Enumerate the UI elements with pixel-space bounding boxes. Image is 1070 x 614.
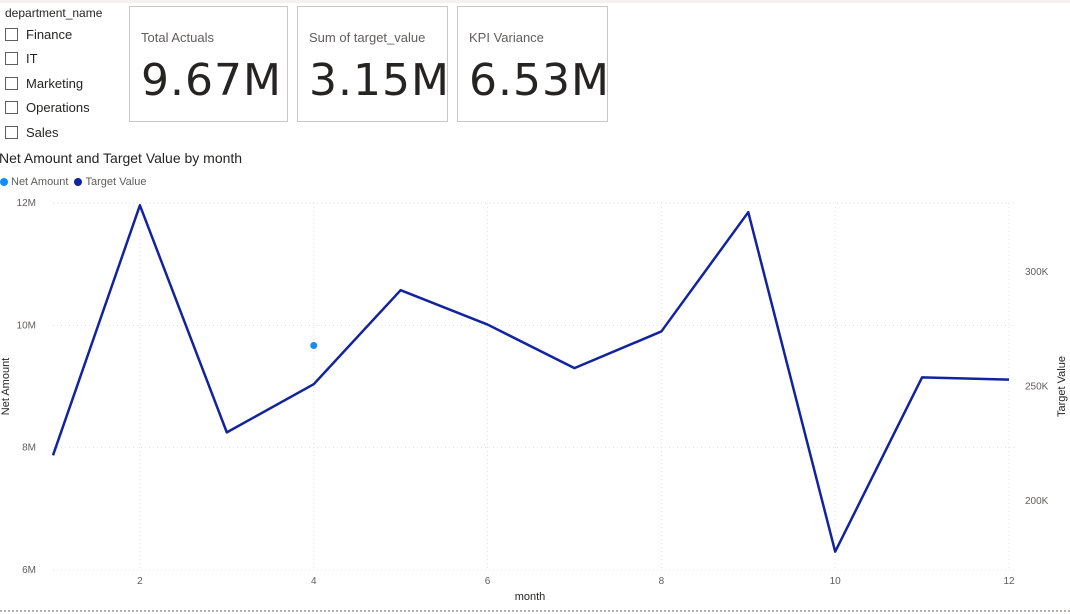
slicer-item-marketing[interactable]: Marketing bbox=[5, 71, 125, 96]
legend-marker bbox=[0, 178, 8, 186]
slicer-item-operations[interactable]: Operations bbox=[5, 96, 125, 121]
y-left-tick-label: 12M bbox=[17, 198, 36, 209]
y-right-axis-title: Target Value bbox=[1056, 356, 1068, 417]
legend-label: Target Value bbox=[85, 176, 147, 188]
slicer-item-label: Operations bbox=[26, 100, 90, 116]
slicer-item-label: Sales bbox=[26, 124, 59, 140]
series-line-target-value[interactable] bbox=[51, 204, 1010, 553]
department-slicer: department_name Finance IT Marketing Ope… bbox=[5, 6, 125, 145]
legend-item-target-value[interactable]: Target Value bbox=[74, 176, 146, 188]
slicer-title: department_name bbox=[5, 6, 103, 20]
card-total-actuals[interactable]: Total Actuals 9.67M bbox=[129, 6, 288, 122]
x-tick-label: 6 bbox=[485, 576, 491, 587]
checkbox[interactable] bbox=[5, 101, 18, 115]
legend-label: Net Amount bbox=[11, 176, 69, 188]
x-tick-label: 2 bbox=[137, 576, 143, 587]
y-right-tick-label: 200K bbox=[1025, 496, 1049, 507]
line-chart[interactable]: 6M 8M 10M 12M 2 4 6 8 10 12 200K 250K 300K month Net A… bbox=[0, 190, 1070, 608]
card-sum-target-value[interactable]: Sum of target_value 3.15M bbox=[297, 6, 450, 122]
x-axis-title: month bbox=[515, 591, 546, 603]
card-label: KPI Variance bbox=[469, 30, 544, 45]
card-value: 3.15M bbox=[309, 55, 450, 106]
slicer-item-it[interactable]: IT bbox=[5, 47, 125, 72]
slicer-item-label: IT bbox=[26, 51, 38, 67]
card-kpi-variance[interactable]: KPI Variance 6.53M bbox=[457, 6, 610, 122]
y-left-tick-label: 10M bbox=[17, 320, 36, 331]
y-left-tick-label: 6M bbox=[22, 565, 36, 576]
slicer-item-finance[interactable]: Finance bbox=[5, 22, 125, 47]
checkbox[interactable] bbox=[5, 125, 18, 139]
card-label: Sum of target_value bbox=[309, 30, 426, 45]
y-right-tick-label: 250K bbox=[1025, 382, 1049, 393]
slicer-item-label: Marketing bbox=[26, 75, 84, 91]
checkbox[interactable] bbox=[5, 52, 18, 66]
card-value: 6.53M bbox=[469, 55, 610, 106]
checkbox[interactable] bbox=[5, 76, 18, 90]
slicer-item-label: Finance bbox=[26, 26, 73, 42]
data-point-net-amount[interactable] bbox=[310, 342, 318, 350]
checkbox[interactable] bbox=[5, 27, 18, 41]
x-tick-label: 4 bbox=[311, 576, 317, 587]
y-right-tick-label: 300K bbox=[1025, 267, 1049, 278]
card-label: Total Actuals bbox=[141, 30, 214, 45]
y-left-axis-title: Net Amount bbox=[0, 358, 12, 415]
slicer-item-sales[interactable]: Sales bbox=[5, 120, 125, 145]
chart-title: Net Amount and Target Value by month bbox=[0, 150, 243, 166]
top-border bbox=[0, 0, 1070, 3]
y-left-tick-label: 8M bbox=[22, 443, 36, 454]
x-tick-label: 12 bbox=[1003, 576, 1015, 587]
chart-legend: Net Amount Target Value bbox=[0, 176, 152, 188]
bottom-border bbox=[0, 610, 1070, 612]
card-value: 9.67M bbox=[141, 55, 282, 106]
legend-marker bbox=[74, 178, 83, 186]
legend-item-net-amount[interactable]: Net Amount bbox=[0, 176, 68, 188]
x-tick-label: 8 bbox=[659, 576, 665, 587]
x-tick-label: 10 bbox=[830, 576, 842, 587]
